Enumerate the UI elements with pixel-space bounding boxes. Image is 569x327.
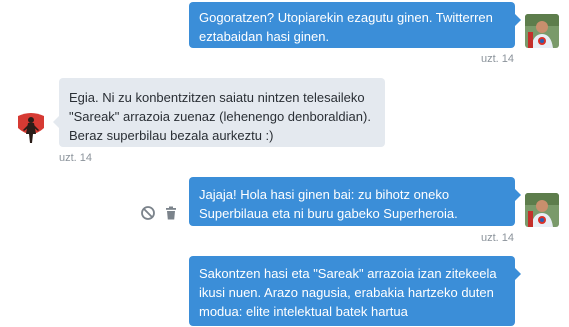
message-timestamp: uzt. 14 — [480, 232, 514, 244]
avatar-other[interactable] — [14, 110, 48, 144]
message-bubble-sent[interactable]: Jajaja! Hola hasi ginen bai: zu bihotz o… — [189, 177, 521, 226]
trash-icon[interactable] — [163, 205, 179, 221]
message-bubble-received[interactable]: Egia. Ni zu konbentzitzen saiatu nintzen… — [53, 78, 385, 147]
avatar-self[interactable] — [525, 193, 559, 227]
avatar-self[interactable] — [525, 14, 559, 48]
message-timestamp: uzt. 14 — [59, 152, 93, 164]
block-icon[interactable] — [140, 205, 156, 221]
conversation-thread: Gogoratzen? Utopiarekin ezagutu ginen. T… — [0, 0, 569, 327]
message-bubble-sent[interactable]: Gogoratzen? Utopiarekin ezagutu ginen. T… — [189, 2, 521, 48]
message-timestamp: uzt. 14 — [480, 53, 514, 65]
message-bubble-sent[interactable]: Sakontzen hasi eta "Sareak" arrazoia iza… — [189, 256, 521, 326]
